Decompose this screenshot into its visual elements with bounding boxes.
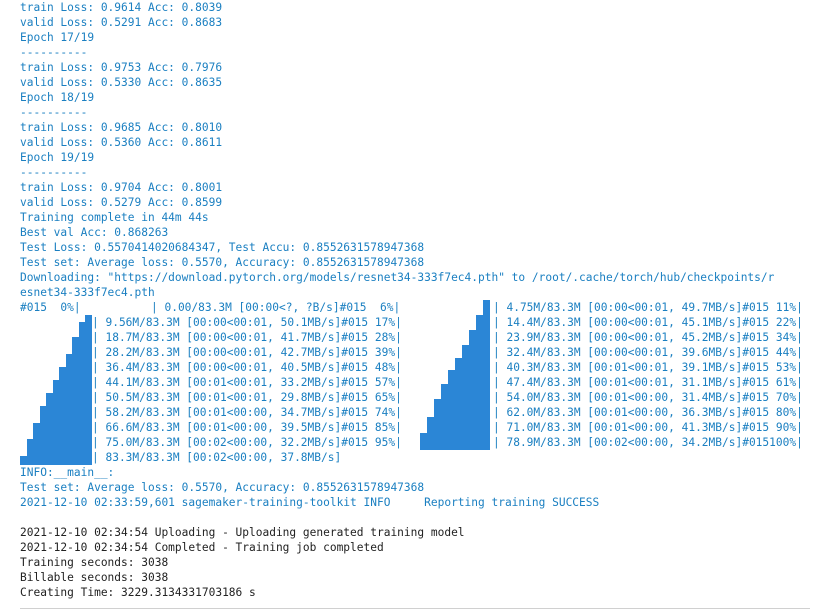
progress-bar-column: [434, 399, 441, 450]
log-line: valid Loss: 0.5360 Acc: 0.8611: [20, 136, 223, 149]
divider: [20, 608, 810, 609]
progress-bar-column: [427, 417, 434, 450]
progress-text: | 32.4M/83.3M [00:00<00:01, 39.6MB/s]#01…: [493, 346, 803, 359]
progress-text: | 54.0M/83.3M [00:01<00:00, 31.4MB/s]#01…: [493, 391, 803, 404]
progress-text: | 47.4M/83.3M [00:01<00:01, 31.1MB/s]#01…: [493, 376, 803, 389]
progress-text: | 14.4M/83.3M [00:00<00:01, 45.1MB/s]#01…: [493, 316, 803, 329]
progress-text: | 66.6M/83.3M [00:01<00:00, 39.5MB/s]#01…: [92, 421, 402, 434]
progress-text: | 71.0M/83.3M [00:01<00:00, 41.3MB/s]#01…: [493, 421, 803, 434]
log-line: Training seconds: 3038: [20, 556, 169, 569]
log-line: Test set: Average loss: 0.5570, Accuracy…: [20, 256, 425, 269]
progress-text: | 50.5M/83.3M [00:01<00:01, 29.8MB/s]#01…: [92, 391, 402, 404]
progress-text: #015 0%|: [20, 301, 81, 314]
log-line: valid Loss: 0.5279 Acc: 0.8599: [20, 196, 223, 209]
log-line: Epoch 19/19: [20, 151, 95, 164]
progress-text: | 44.1M/83.3M [00:01<00:01, 33.2MB/s]#01…: [92, 376, 402, 389]
log-separator: ----------: [20, 46, 88, 59]
progress-text: | 0.00/83.3M [00:00<?, ?B/s]#015 6%|: [151, 301, 401, 314]
log-line: Epoch 17/19: [20, 31, 95, 44]
log-separator: ----------: [20, 106, 88, 119]
progress-bar-column: [441, 384, 448, 450]
log-line: Epoch 18/19: [20, 91, 95, 104]
progress-bar-column: [469, 330, 476, 450]
log-line: Downloading: "https://download.pytorch.o…: [20, 271, 775, 284]
log-line: 2021-12-10 02:33:59,601 sagemaker-traini…: [20, 496, 600, 509]
progress-text: | 40.3M/83.3M [00:01<00:01, 39.1MB/s]#01…: [493, 361, 803, 374]
log-line: valid Loss: 0.5291 Acc: 0.8683: [20, 16, 223, 29]
log-line: train Loss: 0.9685 Acc: 0.8010: [20, 121, 223, 134]
progress-text: | 58.2M/83.3M [00:01<00:00, 34.7MB/s]#01…: [92, 406, 402, 419]
log-line: INFO:__main__:: [20, 466, 115, 479]
progress-text: | 9.56M/83.3M [00:00<00:01, 50.1MB/s]#01…: [92, 316, 402, 329]
progress-bar-column: [455, 358, 462, 450]
log-line: train Loss: 0.9704 Acc: 0.8001: [20, 181, 223, 194]
log-line: 2021-12-10 02:34:54 Completed - Training…: [20, 541, 384, 554]
progress-text: | 75.0M/83.3M [00:02<00:00, 32.2MB/s]#01…: [92, 436, 402, 449]
progress-bar-column: [476, 315, 483, 450]
log-line: Creating Time: 3229.3134331703186 s: [20, 586, 256, 599]
log-line: Test Loss: 0.5570414020684347, Test Accu…: [20, 241, 425, 254]
log-line: Billable seconds: 3038: [20, 571, 169, 584]
progress-text: | 4.75M/83.3M [00:00<00:01, 49.7MB/s]#01…: [493, 301, 803, 314]
log-line: 2021-12-10 02:34:54 Uploading - Uploadin…: [20, 526, 465, 539]
progress-bar-column: [483, 300, 490, 450]
log-separator: ----------: [20, 166, 88, 179]
progress-bar-column: [420, 433, 427, 450]
progress-bar-column: [462, 345, 469, 450]
progress-bar-column: [448, 370, 455, 450]
log-line: valid Loss: 0.5330 Acc: 0.8635: [20, 76, 223, 89]
progress-text: | 62.0M/83.3M [00:01<00:00, 36.3MB/s]#01…: [493, 406, 803, 419]
progress-text: | 78.9M/83.3M [00:02<00:00, 34.2MB/s]#01…: [493, 436, 803, 449]
progress-text: | 23.9M/83.3M [00:00<00:01, 45.2MB/s]#01…: [493, 331, 803, 344]
progress-bar-column: [85, 315, 92, 465]
log-line: train Loss: 0.9614 Acc: 0.8039: [20, 1, 223, 14]
log-line: Best val Acc: 0.868263: [20, 226, 169, 239]
progress-text: | 36.4M/83.3M [00:00<00:01, 40.5MB/s]#01…: [92, 361, 402, 374]
log-line: Test set: Average loss: 0.5570, Accuracy…: [20, 481, 425, 494]
progress-text: | 28.2M/83.3M [00:00<00:01, 42.7MB/s]#01…: [92, 346, 402, 359]
log-line: Training complete in 44m 44s: [20, 211, 209, 224]
log-line: esnet34-333f7ec4.pth: [20, 286, 155, 299]
log-line: train Loss: 0.9753 Acc: 0.7976: [20, 61, 223, 74]
progress-text: | 18.7M/83.3M [00:00<00:01, 41.7MB/s]#01…: [92, 331, 402, 344]
progress-text: | 83.3M/83.3M [00:02<00:00, 37.8MB/s]: [92, 451, 342, 464]
